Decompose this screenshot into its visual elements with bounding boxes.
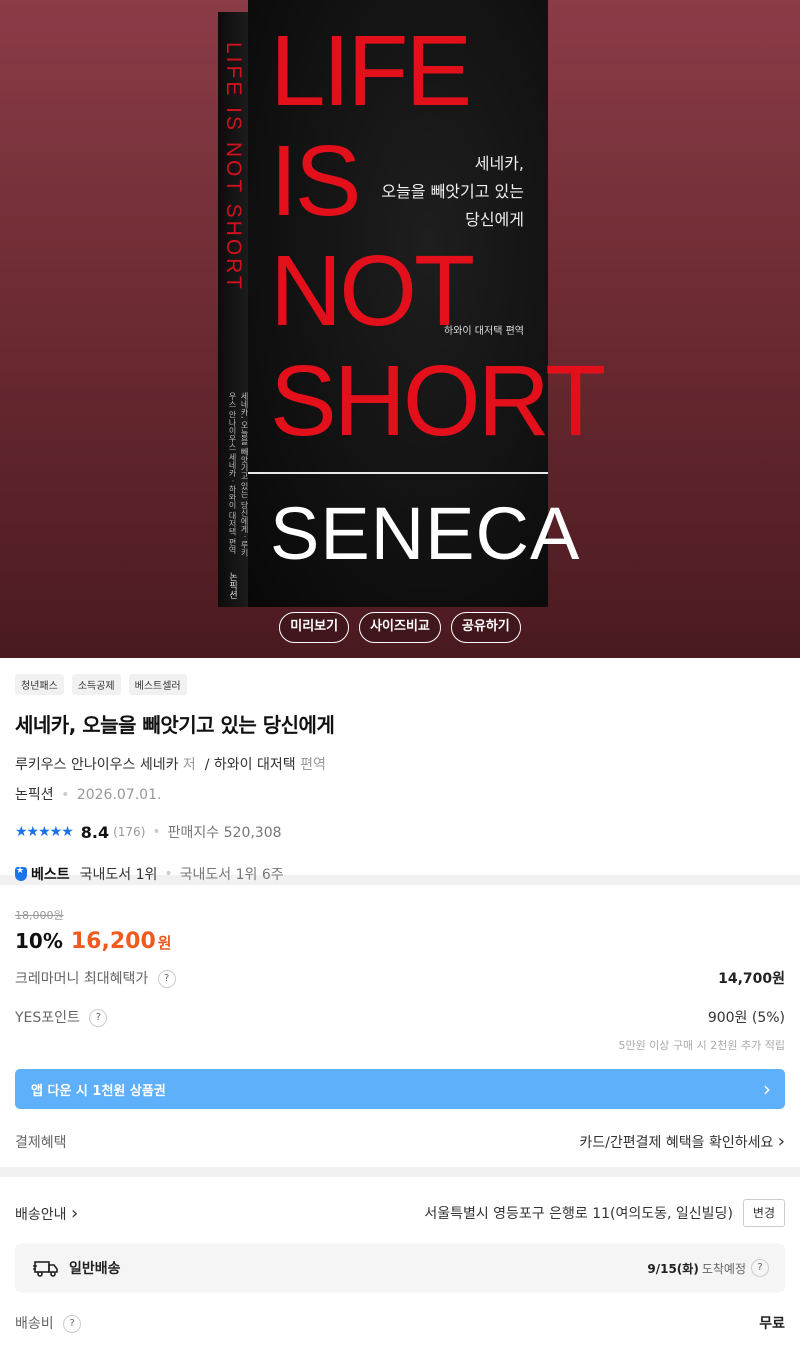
sale-price-row: 10% 16,200 원 (15, 929, 785, 954)
author-line: 루키우스 안나이우스 세네카 저 / 하와이 대저택 편역 (15, 754, 785, 774)
payment-label: 결제혜택 (15, 1134, 67, 1151)
payment-benefit-link[interactable]: 카드/간편결제 혜택을 확인하세요 › (579, 1131, 785, 1152)
translator-link[interactable]: 하와이 대저택 (214, 757, 296, 773)
change-address-button[interactable]: 변경 (742, 1199, 785, 1227)
discount-rate: 10% (15, 929, 63, 953)
publisher-link[interactable]: 논픽션 (15, 787, 54, 803)
hero-section: LIFE IS NOT SHORT 세네카, 오늘을 빼앗기고 있는 당신에게 … (0, 0, 800, 658)
shipping-fee-row: 배송비 ? 무료 (15, 1313, 785, 1333)
best-rank: 국내도서 1위 (79, 867, 158, 883)
author-link[interactable]: 루키우스 안나이우스 세네카 (15, 757, 178, 773)
sale-price-unit: 원 (157, 934, 172, 952)
review-count[interactable]: (176) (113, 825, 145, 839)
points-help-icon[interactable]: ? (89, 1009, 108, 1027)
best-label: 베스트 (31, 867, 70, 883)
points-label: YES포인트 (15, 1010, 80, 1026)
app-download-banner[interactable]: 앱 다운 시 1천원 상품권 › (15, 1069, 785, 1109)
sales-index: 판매지수 520,308 (167, 825, 282, 841)
badge-tax-deduction: 소득공제 (71, 674, 121, 695)
spine-publisher: 논픽션 (227, 572, 237, 599)
sale-price: 16,200 (70, 929, 156, 954)
publish-date: 2026.07.01. (76, 787, 162, 803)
shipping-type: 일반배송 (69, 1261, 121, 1277)
spine-title: LIFE IS NOT SHORT (222, 42, 245, 292)
size-compare-button[interactable]: 사이즈비교 (359, 612, 441, 643)
price-section: 18,000원 10% 16,200 원 크레마머니 최대혜택가 ? 14,70… (0, 885, 800, 1167)
delivery-address-row: 배송안내 › 서울특별시 영등포구 은행로 11(여의도동, 일신빌딩) 변경 (15, 1199, 785, 1227)
delivery-info-link[interactable]: 배송안내 › (15, 1203, 78, 1224)
translator-role: 편역 (300, 757, 326, 773)
shipping-fee-label: 배송비 (15, 1316, 54, 1332)
book-front: LIFE IS NOT SHORT 세네카, 오늘을 빼앗기고 있는 당신에게 … (248, 0, 606, 607)
ribbon-icon (15, 866, 27, 881)
shipping-fee-help-icon[interactable]: ? (63, 1315, 82, 1333)
author-role: 저 (182, 757, 196, 773)
points-note: 5만원 이상 구매 시 2천원 추가 적립 (618, 1039, 785, 1052)
product-title: 세네카, 오늘을 빼앗기고 있는 당신에게 (15, 713, 335, 737)
payment-benefit-row: 결제혜택 카드/간편결제 혜택을 확인하세요 › (15, 1131, 785, 1152)
product-info: 청년패스 소득공제 베스트셀러 세네카, 오늘을 빼앗기고 있는 당신에게 루키… (0, 658, 800, 883)
cover-title: LIFE IS NOT SHORT (270, 15, 606, 457)
book-spine: LIFE IS NOT SHORT 세네카, 오늘을 빼앗기고 있는 당신에게 … (218, 12, 249, 607)
cover-translator: 하와이 대저택 편역 (444, 326, 524, 337)
chevron-right-icon: › (763, 1077, 771, 1101)
arrival-date: 9/15(화) (647, 1261, 699, 1276)
shipping-box: 일반배송 9/15(화) 도착예정 ? (15, 1243, 785, 1293)
original-price: 18,000원 (15, 909, 64, 922)
truck-icon (33, 1261, 58, 1277)
preview-button[interactable]: 미리보기 (279, 612, 350, 643)
shipping-fee-value: 무료 (759, 1316, 785, 1332)
points-row: YES포인트 ? 900원 (5%) (15, 1007, 785, 1027)
crema-value: 14,700원 (718, 971, 785, 987)
arrival-help-icon[interactable]: ? (751, 1259, 769, 1277)
crema-row: 크레마머니 최대혜택가 ? 14,700원 (15, 968, 785, 988)
spine-subtitle: 세네카, 오늘을 빼앗기고 있는 당신에게 · 루키우스 안나이우스 세네카 ·… (228, 392, 249, 557)
rating-stars-icon: ★★★★★ (15, 824, 74, 840)
share-button[interactable]: 공유하기 (450, 612, 521, 643)
chevron-right-icon: › (70, 1202, 79, 1224)
cover-divider (248, 472, 548, 474)
best-weeks: 국내도서 1위 6주 (179, 867, 284, 883)
section-divider (0, 1167, 800, 1177)
chevron-right-icon: › (777, 1131, 785, 1152)
badge-list: 청년패스 소득공제 베스트셀러 (15, 674, 785, 695)
badge-youth-pass: 청년패스 (15, 674, 64, 695)
points-value: 900원 (5%) (707, 1010, 785, 1026)
cover-subtitle: 세네카, 오늘을 빼앗기고 있는 당신에게 (381, 154, 524, 229)
hero-button-group: 미리보기 사이즈비교 공유하기 (0, 612, 800, 643)
book-cover-image[interactable]: LIFE IS NOT SHORT 세네카, 오늘을 빼앗기고 있는 당신에게 … (218, 0, 606, 607)
delivery-section: 배송안내 › 서울특별시 영등포구 은행로 11(여의도동, 일신빌딩) 변경 … (0, 1177, 800, 1333)
crema-help-icon[interactable]: ? (157, 970, 176, 988)
cover-author: SENECA (270, 492, 581, 575)
rating-score: 8.4 (80, 822, 110, 842)
arrival-label: 도착예정 (701, 1261, 746, 1276)
badge-bestseller: 베스트셀러 (128, 674, 187, 695)
app-banner-label: 앱 다운 시 1천원 상품권 (31, 1083, 166, 1099)
crema-label: 크레마머니 최대혜택가 (15, 971, 149, 987)
rating-line: ★★★★★ 8.4 (176) • 판매지수 520,308 (15, 822, 282, 842)
author-separator: / (204, 757, 210, 773)
delivery-address: 서울특별시 영등포구 은행로 11(여의도동, 일신빌딩) (424, 1206, 733, 1222)
publisher-line: 논픽션 • 2026.07.01. (15, 787, 162, 803)
